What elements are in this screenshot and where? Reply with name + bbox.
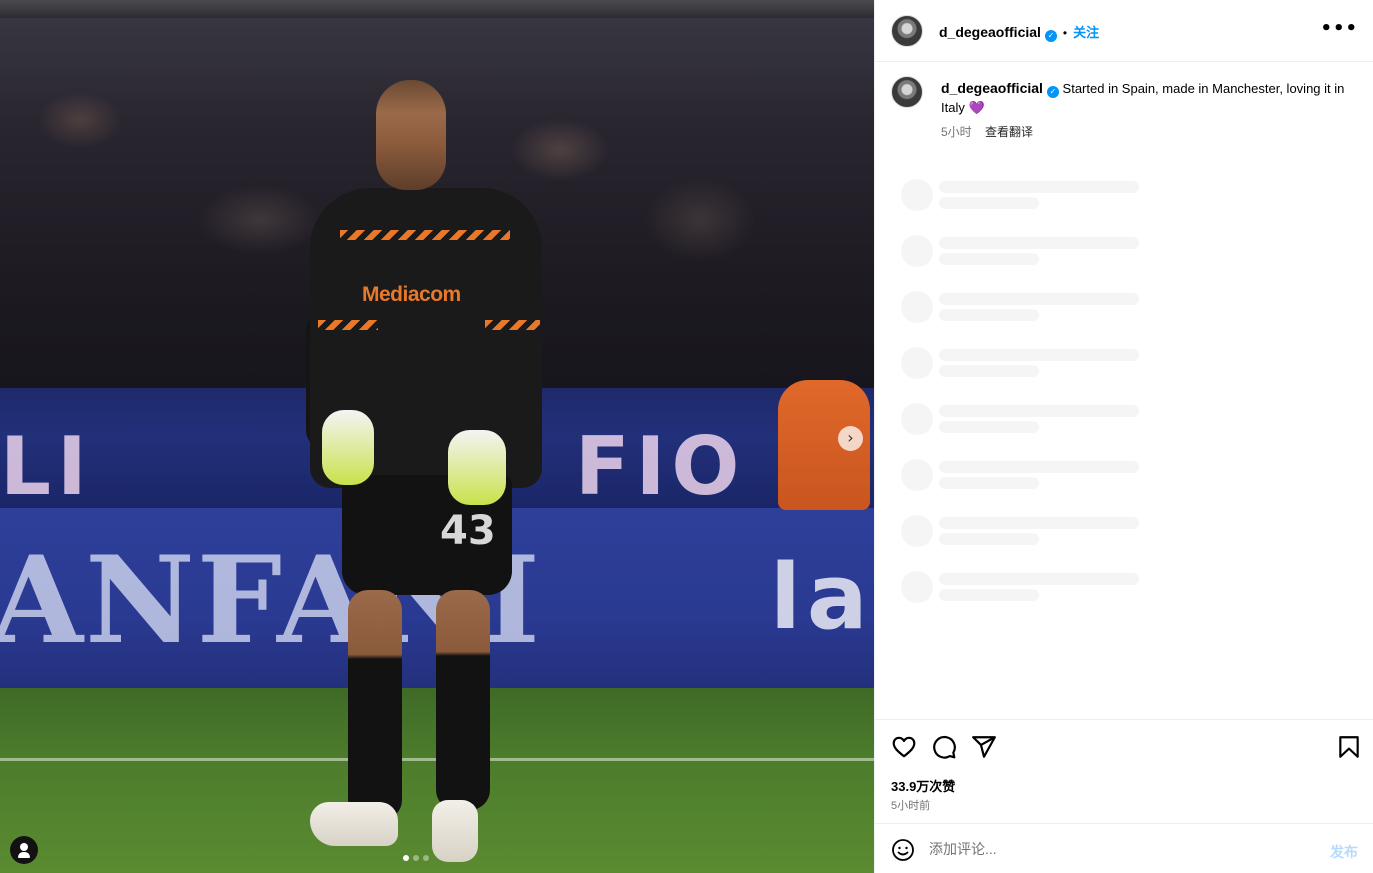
like-count[interactable]: 33.9万次赞: [891, 776, 955, 795]
keeper-leg-right: [436, 590, 490, 810]
post-header: d_degeaofficial ✓ • 关注 •••: [875, 0, 1373, 62]
carousel-dot-3: [423, 855, 429, 861]
comment-skeleton: [901, 235, 1301, 269]
follow-button[interactable]: 关注: [1073, 25, 1099, 40]
caption-meta: 5小时 查看翻译: [941, 123, 1033, 140]
separator-dot: •: [1062, 26, 1068, 40]
keeper-glove-right: [448, 430, 506, 505]
comment-icon[interactable]: [931, 734, 957, 760]
carousel-dot-1: [403, 855, 409, 861]
post-actions: 33.9万次赞 5小时前: [875, 719, 1373, 824]
heart-icon[interactable]: [891, 734, 917, 760]
comment-skeleton: [901, 571, 1301, 605]
avatar[interactable]: [891, 15, 923, 47]
keeper-glove-left: [322, 410, 374, 485]
comment-skeleton: [901, 515, 1301, 549]
caption-username-link[interactable]: d_degeaofficial: [941, 80, 1043, 96]
goalkeeper-figure: Mediacom 43: [300, 80, 560, 870]
caption-text-block: d_degeaofficial ✓ Started in Spain, made …: [941, 79, 1361, 117]
more-options-icon[interactable]: •••: [1320, 20, 1358, 38]
header-username-link[interactable]: d_degeaofficial: [939, 24, 1041, 40]
header-user-line: d_degeaofficial ✓ • 关注: [939, 22, 1099, 42]
board-text-left: LI: [0, 420, 93, 513]
comment-skeleton: [901, 291, 1301, 325]
post-media: LI FIO ANFANI la Mediacom 43 ›: [0, 0, 874, 873]
comment-bar: 发布: [875, 823, 1373, 873]
caption-avatar[interactable]: [891, 76, 923, 108]
post-comment-button[interactable]: 发布: [1330, 842, 1358, 862]
post-time[interactable]: 5小时前: [891, 797, 930, 813]
keeper-boot-left: [310, 802, 398, 846]
verified-badge-icon: ✓: [1046, 86, 1059, 98]
board-text-lower-right: la: [770, 545, 874, 650]
keeper-leg-left: [348, 590, 402, 820]
post-side-panel: d_degeaofficial ✓ • 关注 ••• d_degeaofficial ✓…: [874, 0, 1373, 873]
jersey-sponsor: Mediacom: [362, 283, 461, 306]
next-slide-button[interactable]: ›: [838, 426, 863, 451]
share-icon[interactable]: [971, 734, 997, 760]
comment-skeleton: [901, 179, 1301, 213]
jersey-trim-left: [318, 320, 378, 330]
keeper-head: [376, 80, 446, 190]
jersey-number: 43: [440, 508, 496, 554]
bookmark-icon[interactable]: [1336, 734, 1362, 760]
jersey-trim-shoulder: [340, 230, 510, 240]
comment-skeleton: [901, 459, 1301, 493]
see-translation-link[interactable]: 查看翻译: [985, 125, 1033, 139]
carousel-dot-2: [413, 855, 419, 861]
comment-input[interactable]: [929, 838, 1309, 860]
comment-skeleton: [901, 347, 1301, 381]
caption-time: 5小时: [941, 125, 972, 139]
carousel-indicator: [403, 855, 429, 861]
keeper-boot-right: [432, 800, 478, 862]
verified-badge-icon: ✓: [1044, 30, 1057, 42]
comment-skeleton: [901, 403, 1301, 437]
board-text-right: FIO: [575, 420, 746, 513]
chevron-right-icon: ›: [847, 428, 854, 447]
tagged-users-button[interactable]: [10, 836, 38, 864]
purple-heart-emoji: 💜: [968, 100, 985, 115]
emoji-icon[interactable]: [891, 838, 915, 862]
stadium-roof: [0, 0, 874, 18]
jersey-trim-right: [485, 320, 540, 330]
